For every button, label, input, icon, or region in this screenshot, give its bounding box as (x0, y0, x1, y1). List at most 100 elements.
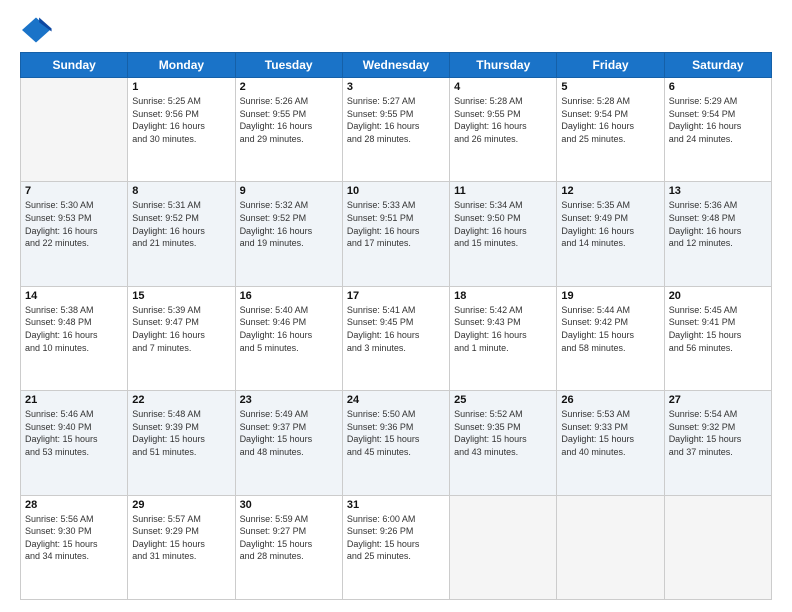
day-info: Sunrise: 5:28 AM Sunset: 9:55 PM Dayligh… (454, 95, 552, 145)
day-cell-15: 15 Sunrise: 5:39 AM Sunset: 9:47 PM Dayli… (128, 286, 235, 390)
day-cell-31: 31 Sunrise: 6:00 AM Sunset: 9:26 PM Dayli… (342, 495, 449, 599)
day-number: 16 (240, 290, 338, 302)
day-number: 3 (347, 81, 445, 93)
day-number: 29 (132, 499, 230, 511)
day-number: 11 (454, 185, 552, 197)
day-cell-25: 25Sunrise: 5:52 AM Sunset: 9:35 PM Dayli… (450, 391, 557, 495)
day-info: Sunrise: 5:59 AM Sunset: 9:27 PM Dayligh… (240, 513, 338, 563)
day-cell-10: 10 Sunrise: 5:33 AM Sunset: 9:51 PM Dayli… (342, 182, 449, 286)
day-cell-22: 22Sunrise: 5:48 AM Sunset: 9:39 PM Dayli… (128, 391, 235, 495)
day-info: Sunrise: 5:33 AM Sunset: 9:51 PM Dayligh… (347, 199, 445, 249)
day-cell-20: 20 Sunrise: 5:45 AM Sunset: 9:41 PM Dayli… (664, 286, 771, 390)
day-cell-17: 17Sunrise: 5:41 AM Sunset: 9:45 PM Dayli… (342, 286, 449, 390)
day-number: 27 (669, 394, 767, 406)
day-info: Sunrise: 5:39 AM Sunset: 9:47 PM Dayligh… (132, 304, 230, 354)
day-cell-11: 11 Sunrise: 5:34 AM Sunset: 9:50 PM Dayli… (450, 182, 557, 286)
day-info: Sunrise: 5:41 AM Sunset: 9:45 PM Dayligh… (347, 304, 445, 354)
day-cell-29: 29 Sunrise: 5:57 AM Sunset: 9:29 PM Dayli… (128, 495, 235, 599)
day-number: 31 (347, 499, 445, 511)
day-info: Sunrise: 5:27 AM Sunset: 9:55 PM Dayligh… (347, 95, 445, 145)
day-number: 5 (561, 81, 659, 93)
day-number: 18 (454, 290, 552, 302)
day-cell-9: 9Sunrise: 5:32 AM Sunset: 9:52 PM Daylig… (235, 182, 342, 286)
day-info: Sunrise: 5:35 AM Sunset: 9:49 PM Dayligh… (561, 199, 659, 249)
day-cell-4: 4 Sunrise: 5:28 AM Sunset: 9:55 PM Daylig… (450, 78, 557, 182)
day-info: Sunrise: 5:29 AM Sunset: 9:54 PM Dayligh… (669, 95, 767, 145)
day-cell-7: 7Sunrise: 5:30 AM Sunset: 9:53 PM Daylig… (21, 182, 128, 286)
day-info: Sunrise: 5:40 AM Sunset: 9:46 PM Dayligh… (240, 304, 338, 354)
day-info: Sunrise: 5:34 AM Sunset: 9:50 PM Dayligh… (454, 199, 552, 249)
day-cell-2: 2 Sunrise: 5:26 AM Sunset: 9:55 PM Daylig… (235, 78, 342, 182)
header-cell-wednesday: Wednesday (342, 53, 449, 78)
day-number: 14 (25, 290, 123, 302)
day-number: 19 (561, 290, 659, 302)
day-cell-3: 3 Sunrise: 5:27 AM Sunset: 9:55 PM Daylig… (342, 78, 449, 182)
week-row-1: 1 Sunrise: 5:25 AM Sunset: 9:56 PM Daylig… (21, 78, 772, 182)
day-number: 15 (132, 290, 230, 302)
day-info: Sunrise: 6:00 AM Sunset: 9:26 PM Dayligh… (347, 513, 445, 563)
day-number: 25 (454, 394, 552, 406)
day-info: Sunrise: 5:36 AM Sunset: 9:48 PM Dayligh… (669, 199, 767, 249)
header-cell-tuesday: Tuesday (235, 53, 342, 78)
calendar: SundayMondayTuesdayWednesdayThursdayFrid… (20, 52, 772, 600)
day-cell-19: 19 Sunrise: 5:44 AM Sunset: 9:42 PM Dayli… (557, 286, 664, 390)
day-info: Sunrise: 5:46 AM Sunset: 9:40 PM Dayligh… (25, 408, 123, 458)
day-cell-6: 6 Sunrise: 5:29 AM Sunset: 9:54 PM Daylig… (664, 78, 771, 182)
header-cell-sunday: Sunday (21, 53, 128, 78)
header (20, 16, 772, 44)
week-row-2: 7Sunrise: 5:30 AM Sunset: 9:53 PM Daylig… (21, 182, 772, 286)
empty-cell (21, 78, 128, 182)
day-cell-26: 26 Sunrise: 5:53 AM Sunset: 9:33 PM Dayli… (557, 391, 664, 495)
empty-cell (450, 495, 557, 599)
day-cell-13: 13 Sunrise: 5:36 AM Sunset: 9:48 PM Dayli… (664, 182, 771, 286)
day-info: Sunrise: 5:44 AM Sunset: 9:42 PM Dayligh… (561, 304, 659, 354)
day-info: Sunrise: 5:48 AM Sunset: 9:39 PM Dayligh… (132, 408, 230, 458)
header-cell-monday: Monday (128, 53, 235, 78)
header-cell-thursday: Thursday (450, 53, 557, 78)
day-info: Sunrise: 5:30 AM Sunset: 9:53 PM Dayligh… (25, 199, 123, 249)
day-cell-14: 14 Sunrise: 5:38 AM Sunset: 9:48 PM Dayli… (21, 286, 128, 390)
page: SundayMondayTuesdayWednesdayThursdayFrid… (0, 0, 792, 612)
day-cell-30: 30 Sunrise: 5:59 AM Sunset: 9:27 PM Dayli… (235, 495, 342, 599)
day-number: 20 (669, 290, 767, 302)
day-cell-27: 27Sunrise: 5:54 AM Sunset: 9:32 PM Dayli… (664, 391, 771, 495)
header-cell-saturday: Saturday (664, 53, 771, 78)
day-cell-28: 28 Sunrise: 5:56 AM Sunset: 9:30 PM Dayli… (21, 495, 128, 599)
day-number: 1 (132, 81, 230, 93)
day-cell-12: 12 Sunrise: 5:35 AM Sunset: 9:49 PM Dayli… (557, 182, 664, 286)
day-info: Sunrise: 5:50 AM Sunset: 9:36 PM Dayligh… (347, 408, 445, 458)
day-number: 6 (669, 81, 767, 93)
day-number: 8 (132, 185, 230, 197)
day-cell-21: 21Sunrise: 5:46 AM Sunset: 9:40 PM Dayli… (21, 391, 128, 495)
day-number: 13 (669, 185, 767, 197)
day-number: 28 (25, 499, 123, 511)
day-info: Sunrise: 5:56 AM Sunset: 9:30 PM Dayligh… (25, 513, 123, 563)
day-info: Sunrise: 5:42 AM Sunset: 9:43 PM Dayligh… (454, 304, 552, 354)
day-info: Sunrise: 5:31 AM Sunset: 9:52 PM Dayligh… (132, 199, 230, 249)
day-cell-8: 8 Sunrise: 5:31 AM Sunset: 9:52 PM Daylig… (128, 182, 235, 286)
day-info: Sunrise: 5:26 AM Sunset: 9:55 PM Dayligh… (240, 95, 338, 145)
day-number: 26 (561, 394, 659, 406)
day-info: Sunrise: 5:38 AM Sunset: 9:48 PM Dayligh… (25, 304, 123, 354)
day-info: Sunrise: 5:53 AM Sunset: 9:33 PM Dayligh… (561, 408, 659, 458)
day-number: 9 (240, 185, 338, 197)
day-number: 10 (347, 185, 445, 197)
day-cell-23: 23Sunrise: 5:49 AM Sunset: 9:37 PM Dayli… (235, 391, 342, 495)
week-row-4: 21Sunrise: 5:46 AM Sunset: 9:40 PM Dayli… (21, 391, 772, 495)
day-number: 2 (240, 81, 338, 93)
day-number: 24 (347, 394, 445, 406)
week-row-5: 28 Sunrise: 5:56 AM Sunset: 9:30 PM Dayli… (21, 495, 772, 599)
day-info: Sunrise: 5:57 AM Sunset: 9:29 PM Dayligh… (132, 513, 230, 563)
day-info: Sunrise: 5:25 AM Sunset: 9:56 PM Dayligh… (132, 95, 230, 145)
day-info: Sunrise: 5:28 AM Sunset: 9:54 PM Dayligh… (561, 95, 659, 145)
logo-icon (20, 16, 52, 44)
day-cell-16: 16 Sunrise: 5:40 AM Sunset: 9:46 PM Dayli… (235, 286, 342, 390)
day-number: 30 (240, 499, 338, 511)
day-info: Sunrise: 5:45 AM Sunset: 9:41 PM Dayligh… (669, 304, 767, 354)
day-number: 12 (561, 185, 659, 197)
day-cell-18: 18 Sunrise: 5:42 AM Sunset: 9:43 PM Dayli… (450, 286, 557, 390)
day-cell-24: 24 Sunrise: 5:50 AM Sunset: 9:36 PM Dayli… (342, 391, 449, 495)
day-number: 4 (454, 81, 552, 93)
logo (20, 16, 56, 44)
day-cell-1: 1 Sunrise: 5:25 AM Sunset: 9:56 PM Daylig… (128, 78, 235, 182)
